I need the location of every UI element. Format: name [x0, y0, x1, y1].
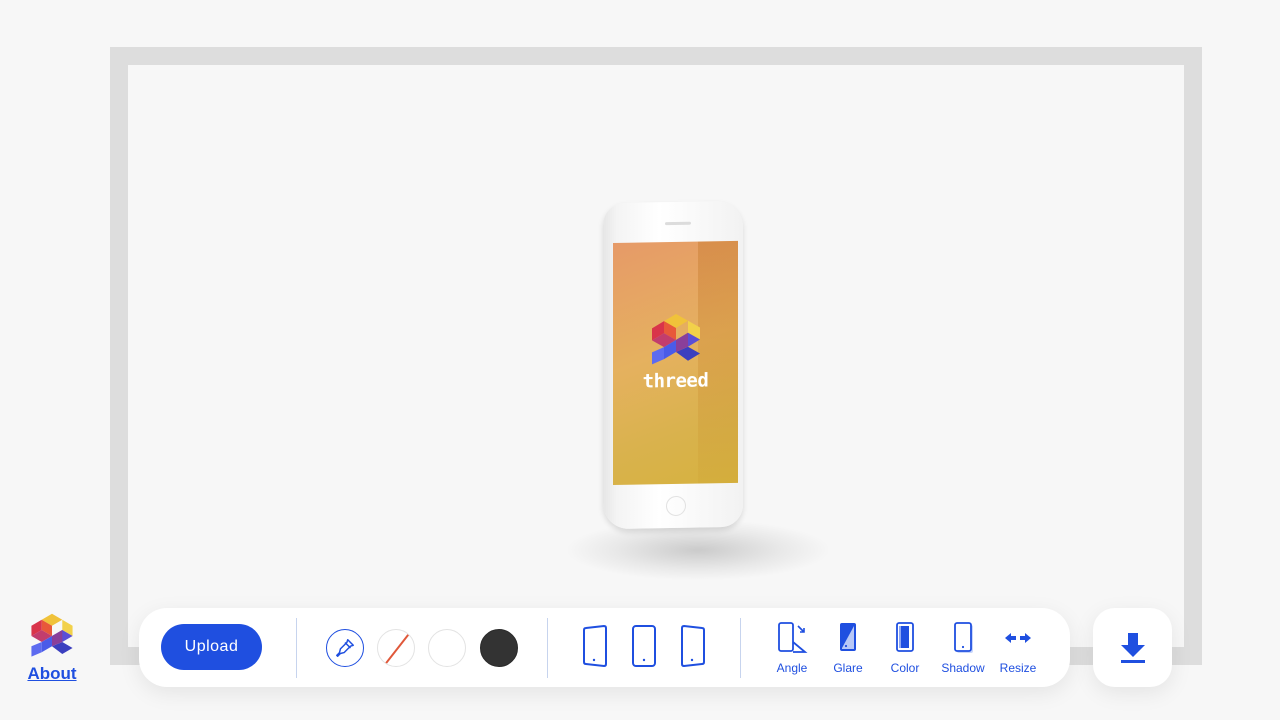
eyedropper-icon	[336, 639, 354, 657]
about-section: About	[24, 612, 80, 684]
toolbar-divider	[547, 618, 548, 678]
tool-color[interactable]: Color	[877, 620, 933, 680]
toolbar-divider	[740, 618, 741, 678]
phone-tilted-right-icon	[681, 625, 705, 667]
download-icon	[1120, 632, 1145, 663]
about-link[interactable]: About	[24, 664, 80, 684]
eyedropper-button[interactable]	[326, 629, 364, 667]
device-tilt-left-button[interactable]	[580, 624, 610, 668]
angle-icon	[778, 622, 808, 653]
phone-front-icon	[632, 625, 656, 667]
download-button[interactable]	[1093, 608, 1172, 687]
shadow-icon	[954, 622, 973, 653]
phone-screen: threed	[613, 240, 738, 486]
phone-mockup: threed	[588, 187, 768, 547]
upload-button[interactable]: Upload	[161, 624, 262, 670]
phone-tilted-left-icon	[583, 625, 607, 667]
tool-resize-label: Resize	[999, 661, 1037, 675]
screen-glare	[698, 240, 738, 484]
threed-logo-icon[interactable]	[27, 612, 77, 660]
tool-shadow-label: Shadow	[941, 661, 985, 675]
glare-icon	[840, 623, 856, 651]
tool-glare-label: Glare	[833, 661, 863, 675]
phone-body: threed	[603, 200, 743, 530]
swatch-transparent[interactable]	[377, 629, 415, 667]
resize-icon	[1005, 633, 1031, 643]
tool-shadow[interactable]: Shadow	[935, 620, 991, 680]
tool-angle[interactable]: Angle	[764, 620, 820, 680]
screen-logo-text: threed	[642, 369, 709, 393]
preview-canvas: threed	[128, 65, 1184, 647]
tool-angle-label: Angle	[776, 661, 808, 675]
threed-logo-icon	[652, 313, 700, 365]
toolbar-divider	[296, 618, 297, 678]
phone-home-button	[666, 495, 686, 517]
tool-color-label: Color	[890, 661, 920, 675]
swatch-dark[interactable]	[480, 629, 518, 667]
toolbar: Upload Angle Glare Color Shadow Resize	[139, 608, 1070, 687]
tool-resize[interactable]: Resize	[990, 620, 1046, 680]
tool-glare[interactable]: Glare	[820, 620, 876, 680]
swatch-white[interactable]	[428, 629, 466, 667]
canvas-frame: threed	[110, 47, 1202, 665]
phone-speaker	[665, 221, 691, 226]
color-icon	[896, 622, 914, 652]
device-tilt-right-button[interactable]	[678, 624, 708, 668]
device-front-button[interactable]	[629, 624, 659, 668]
